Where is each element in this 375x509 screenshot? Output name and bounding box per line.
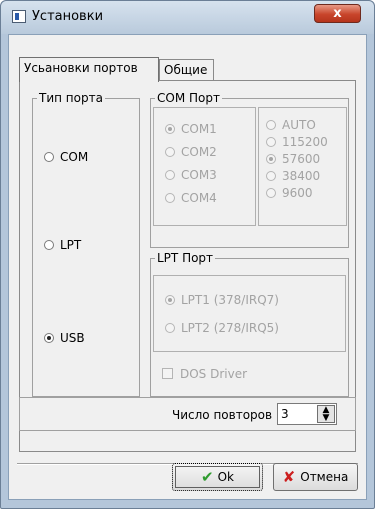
com-port-list: COM1 COM2 COM3 COM4 (153, 107, 256, 226)
baud-9600-label: 9600 (282, 186, 313, 200)
com4-radio[interactable]: COM4 (165, 191, 217, 205)
radio-indicator (44, 333, 54, 343)
com-port-title: COM Порт (155, 91, 222, 105)
app-icon (12, 10, 26, 23)
cancel-button[interactable]: ✘ Отмена (273, 463, 358, 491)
port-type-usb-label: USB (60, 331, 85, 345)
red-x-icon: ✘ (282, 468, 296, 486)
radio-indicator (165, 295, 175, 305)
lpt1-radio[interactable]: LPT1 (378/IRQ7) (165, 293, 279, 307)
checkmark-icon: ✔ (201, 468, 214, 486)
repeat-count-value[interactable]: 3 (281, 407, 289, 421)
radio-indicator (165, 193, 175, 203)
radio-indicator (44, 152, 54, 162)
title-bar[interactable]: Установки x (1, 1, 374, 34)
port-type-group: Тип порта COM LPT USB (32, 91, 140, 397)
radio-indicator (266, 137, 276, 147)
com2-radio[interactable]: COM2 (165, 145, 217, 159)
baud-auto-label: AUTO (282, 118, 316, 132)
port-type-title: Тип порта (37, 91, 105, 105)
radio-indicator (44, 240, 54, 250)
window-title: Установки (32, 9, 104, 24)
baud-38400-label: 38400 (282, 169, 321, 183)
lpt-port-list: LPT1 (378/IRQ7) LPT2 (278/IRQ5) (153, 275, 346, 352)
port-type-lpt-label: LPT (60, 238, 82, 252)
radio-indicator (165, 147, 175, 157)
radio-indicator (165, 170, 175, 180)
dos-driver-checkbox[interactable]: DOS Driver (162, 367, 247, 381)
checkbox-indicator (162, 368, 173, 379)
port-type-lpt-radio[interactable]: LPT (44, 238, 81, 252)
radio-indicator (266, 171, 276, 181)
baud-auto-radio[interactable]: AUTO (266, 118, 316, 132)
lpt1-label: LPT1 (378/IRQ7) (181, 293, 279, 307)
baud-115200-radio[interactable]: 115200 (266, 135, 328, 149)
com1-radio[interactable]: COM1 (165, 122, 217, 136)
baud-115200-label: 115200 (282, 135, 328, 149)
tab-port-settings[interactable]: Усьановки портов (19, 57, 159, 82)
dos-driver-label: DOS Driver (180, 367, 248, 381)
repeat-count-stepper[interactable]: 3 ▲ ▼ (277, 403, 337, 425)
port-type-usb-radio[interactable]: USB (44, 331, 85, 345)
lpt-port-title: LPT Порт (155, 251, 216, 265)
baud-9600-radio[interactable]: 9600 (266, 186, 313, 200)
radio-indicator (165, 124, 175, 134)
com-port-group: COM Порт COM1 COM2 COM3 COM4 AUTO 115200… (150, 91, 349, 248)
cancel-label: Отмена (300, 470, 349, 484)
lpt2-radio[interactable]: LPT2 (278/IRQ5) (165, 321, 279, 335)
repeat-count-label: Число повторов (172, 408, 273, 422)
baud-57600-label: 57600 (282, 152, 321, 166)
radio-indicator (266, 154, 276, 164)
radio-indicator (266, 120, 276, 130)
com1-label: COM1 (181, 122, 217, 136)
tab-general[interactable]: Общие (159, 59, 214, 81)
ok-label: Ok (217, 470, 234, 484)
port-type-com-radio[interactable]: COM (44, 150, 88, 164)
baud-38400-radio[interactable]: 38400 (266, 169, 320, 183)
dialog-window: Установки x Усьановки портов Общие Тип п… (0, 0, 375, 509)
com3-label: COM3 (181, 168, 217, 182)
dialog-client-area: Усьановки портов Общие Тип порта COM LPT… (8, 34, 367, 500)
com4-label: COM4 (181, 191, 217, 205)
lpt2-label: LPT2 (278/IRQ5) (181, 321, 279, 335)
close-button[interactable]: x (314, 4, 361, 23)
baud-rate-list: AUTO 115200 57600 38400 9600 (258, 107, 347, 226)
ok-button[interactable]: ✔ Ok (172, 463, 263, 491)
radio-indicator (165, 323, 175, 333)
com2-label: COM2 (181, 145, 217, 159)
up-down-arrows-icon[interactable]: ▲ ▼ (317, 405, 335, 423)
lpt-port-group: LPT Порт LPT1 (378/IRQ7) LPT2 (278/IRQ5)… (150, 251, 349, 397)
baud-57600-radio[interactable]: 57600 (266, 152, 320, 166)
port-type-com-label: COM (60, 150, 89, 164)
radio-indicator (266, 188, 276, 198)
com3-radio[interactable]: COM3 (165, 168, 217, 182)
